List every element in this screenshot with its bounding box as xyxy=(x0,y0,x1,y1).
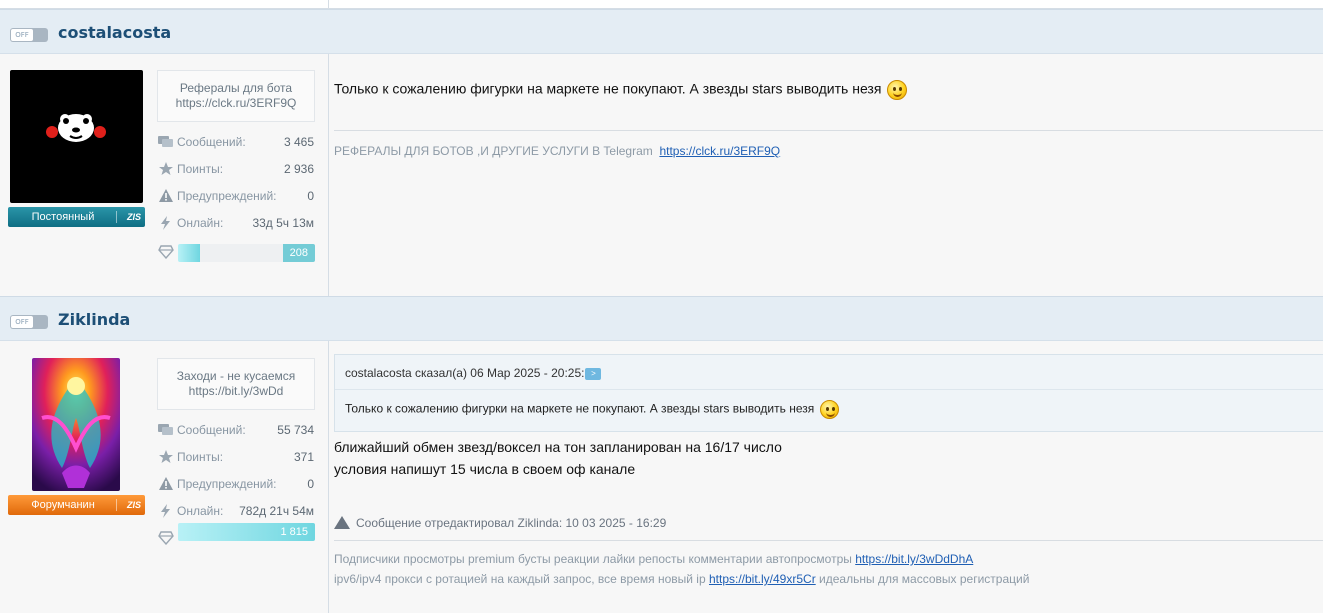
smiley-icon xyxy=(887,80,908,100)
comments-icon xyxy=(158,424,173,435)
quote-header: costalacosta сказал(а) 06 Мар 2025 - 20:… xyxy=(345,366,602,380)
signature-link[interactable]: https://clck.ru/3ERF9Q xyxy=(659,144,780,158)
warning-icon xyxy=(159,189,173,202)
gem-progress-bar: 208 xyxy=(178,244,315,262)
stat-messages: Сообщений: 55 734 xyxy=(158,422,315,440)
user-signature-box[interactable]: Рефералы для бота https://clck.ru/3ERF9Q xyxy=(157,70,315,122)
goto-quoted-post-icon[interactable]: > xyxy=(585,367,602,380)
post-header: OFF costalacosta xyxy=(0,9,1323,54)
username-link[interactable]: costalacosta xyxy=(58,23,171,42)
warning-icon xyxy=(159,477,173,490)
avatar[interactable] xyxy=(10,70,143,203)
comments-icon xyxy=(158,136,173,147)
post-toggle-switch[interactable]: OFF xyxy=(10,28,48,42)
stat-online: Онлайн: 33д 5ч 13м xyxy=(158,215,315,233)
post-signature: Подписчики просмотры premium бусты реакц… xyxy=(334,552,1030,586)
stat-warnings: Предупреждений: 0 xyxy=(158,188,315,206)
column-divider xyxy=(328,54,329,296)
gem-count: 208 xyxy=(282,244,315,262)
message-line: условия напишут 15 числа в своем оф кана… xyxy=(334,461,636,477)
stat-warnings: Предупреждений: 0 xyxy=(158,476,315,494)
post-signature: РЕФЕРАЛЫ ДЛЯ БОТОВ ,И ДРУГИЕ УСЛУГИ В Te… xyxy=(334,144,781,158)
signature-link[interactable]: https://bit.ly/49xr5Cr xyxy=(709,572,816,586)
signature-divider xyxy=(334,540,1323,541)
quote-text: Только к сожалению фигурки на маркете не… xyxy=(345,400,840,419)
post-message: ближайший обмен звезд/воксел на тон запл… xyxy=(334,436,782,480)
toggle-label: OFF xyxy=(11,29,33,41)
gem-count: 1 815 xyxy=(280,526,308,538)
stat-points: Поинты: 371 xyxy=(158,449,315,467)
star-icon xyxy=(159,162,173,175)
rank-badge: Форумчанин ZIS xyxy=(8,495,145,515)
stat-points: Поинты: 2 936 xyxy=(158,161,315,179)
lightning-icon xyxy=(161,216,170,230)
warning-icon xyxy=(334,516,350,529)
smiley-icon xyxy=(820,400,840,419)
column-divider xyxy=(328,341,329,613)
previous-post-bottom xyxy=(0,0,1323,9)
star-icon xyxy=(159,450,173,463)
post-header: OFF Ziklinda xyxy=(0,296,1323,341)
post-body: Постоянный ZIS Рефералы для бота https://… xyxy=(0,54,1323,296)
post-ziklinda: OFF Ziklinda Форумчанин ZIS Заходи - не … xyxy=(0,296,1323,613)
signature-box-line2: https://bit.ly/3wDd xyxy=(188,384,284,398)
post-body: Форумчанин ZIS Заходи - не кусаемся https… xyxy=(0,341,1323,613)
signature-box-line1: Рефералы для бота xyxy=(179,81,293,95)
rank-badge: Постоянный ZIS xyxy=(8,207,145,227)
signature-divider xyxy=(334,130,1323,131)
lightning-icon xyxy=(161,504,170,518)
stat-online: Онлайн: 782д 21ч 54м xyxy=(158,503,315,521)
edit-note: Сообщение отредактировал Ziklinda: 10 03… xyxy=(334,516,666,530)
signature-link[interactable]: https://bit.ly/3wDdDhA xyxy=(855,552,973,566)
quote-block: costalacosta сказал(а) 06 Мар 2025 - 20:… xyxy=(334,354,1323,432)
username-link[interactable]: Ziklinda xyxy=(58,310,130,329)
user-signature-box[interactable]: Заходи - не кусаемся https://bit.ly/3wDd xyxy=(157,358,315,410)
post-costalacosta: OFF costalacosta Постоянный ZIS Рефералы … xyxy=(0,9,1323,296)
signature-box-line2: https://clck.ru/3ERF9Q xyxy=(175,96,297,110)
signature-box-line1: Заходи - не кусаемся xyxy=(176,369,296,383)
gem-icon xyxy=(158,245,174,259)
gem-icon xyxy=(158,531,174,545)
message-line: ближайший обмен звезд/воксел на тон запл… xyxy=(334,439,782,455)
avatar[interactable] xyxy=(32,358,120,491)
toggle-label: OFF xyxy=(11,316,33,328)
gem-progress-bar: 1 815 xyxy=(178,523,315,541)
stat-messages: Сообщений: 3 465 xyxy=(158,134,315,152)
post-message: Только к сожалению фигурки на маркете не… xyxy=(334,80,908,100)
post-toggle-switch[interactable]: OFF xyxy=(10,315,48,329)
